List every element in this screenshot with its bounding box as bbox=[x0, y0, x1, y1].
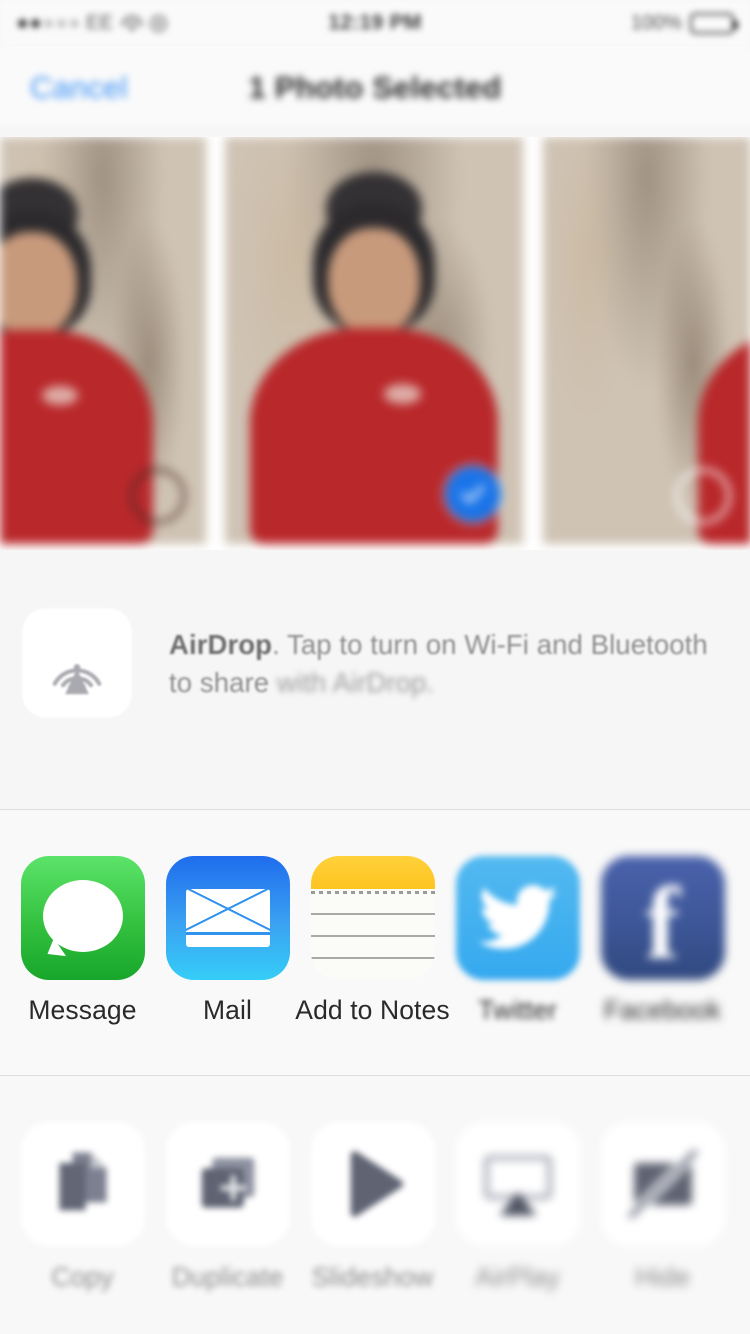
action-label: Slideshow bbox=[311, 1262, 434, 1292]
airplay-glyph-icon bbox=[483, 1155, 552, 1216]
photo-thumbnail-selected[interactable] bbox=[225, 137, 523, 544]
airdrop-section[interactable]: AirDrop. Tap to turn on Wi-Fi and Blueto… bbox=[0, 550, 750, 810]
action-duplicate[interactable]: Duplicate bbox=[155, 1122, 300, 1293]
messages-icon bbox=[20, 856, 145, 980]
twitter-icon bbox=[455, 856, 580, 980]
hide-glyph-icon bbox=[625, 1146, 700, 1222]
status-bar-right: 100% bbox=[630, 11, 738, 35]
airdrop-glyph-icon bbox=[52, 664, 102, 695]
action-copy[interactable]: Copy bbox=[10, 1122, 155, 1293]
photo-thumbnail-previous[interactable] bbox=[0, 137, 206, 544]
airdrop-message-line2: with AirDrop. bbox=[276, 667, 435, 698]
share-app-row[interactable]: Message Mail Add to Notes Twitter f Face… bbox=[0, 811, 750, 1026]
page-title: 1 Photo Selected bbox=[248, 69, 502, 105]
play-icon bbox=[310, 1122, 435, 1246]
share-app-twitter[interactable]: Twitter bbox=[445, 856, 590, 1026]
share-app-notes[interactable]: Add to Notes bbox=[295, 856, 450, 1026]
copy-icon bbox=[20, 1122, 145, 1246]
airdrop-row[interactable]: AirDrop. Tap to turn on Wi-Fi and Blueto… bbox=[0, 608, 750, 718]
action-label: Duplicate bbox=[171, 1262, 284, 1292]
share-app-mail[interactable]: Mail bbox=[155, 856, 300, 1026]
action-section[interactable]: Copy Duplicate Slideshow AirPlay Hide bbox=[0, 1077, 750, 1334]
share-app-facebook[interactable]: f Facebook bbox=[590, 856, 735, 1026]
airdrop-title: AirDrop bbox=[169, 629, 273, 660]
photo-thumbnail-next[interactable] bbox=[543, 137, 750, 544]
share-app-label: Facebook bbox=[603, 995, 722, 1025]
action-label: Copy bbox=[51, 1262, 114, 1292]
airdrop-message: AirDrop. Tap to turn on Wi-Fi and Blueto… bbox=[169, 626, 729, 702]
action-hide[interactable]: Hide bbox=[590, 1122, 735, 1293]
checkmark-icon bbox=[461, 485, 485, 503]
share-app-label: Message bbox=[28, 995, 137, 1025]
photo-unselected-badge[interactable] bbox=[130, 468, 186, 524]
facebook-icon: f bbox=[600, 856, 725, 980]
share-sheet-screen: EE 12:19 PM 100% Cancel 1 Photo Selected bbox=[0, 0, 750, 1334]
duplicate-icon bbox=[165, 1122, 290, 1246]
action-label: Hide bbox=[635, 1262, 690, 1292]
play-glyph-icon bbox=[350, 1151, 403, 1217]
airplay-icon bbox=[455, 1122, 580, 1246]
share-app-label: Add to Notes bbox=[295, 995, 450, 1025]
photo-preview-strip[interactable] bbox=[0, 137, 750, 550]
duplicate-glyph-icon bbox=[201, 1157, 254, 1208]
battery-full-icon bbox=[690, 12, 738, 34]
twitter-bird-icon bbox=[478, 885, 557, 949]
share-app-label: Twitter bbox=[478, 995, 557, 1025]
hide-icon bbox=[600, 1122, 725, 1246]
airdrop-icon[interactable] bbox=[22, 608, 132, 718]
action-label: AirPlay bbox=[475, 1262, 560, 1292]
navigation-bar: Cancel 1 Photo Selected bbox=[0, 46, 750, 130]
action-airplay[interactable]: AirPlay bbox=[445, 1122, 590, 1293]
share-app-label: Mail bbox=[203, 995, 252, 1025]
photo-unselected-badge[interactable] bbox=[675, 468, 731, 524]
action-slideshow[interactable]: Slideshow bbox=[300, 1122, 445, 1293]
share-app-section[interactable]: Message Mail Add to Notes Twitter f Face… bbox=[0, 811, 750, 1076]
action-row[interactable]: Copy Duplicate Slideshow AirPlay Hide bbox=[0, 1077, 750, 1293]
mail-icon bbox=[165, 856, 290, 980]
share-app-message[interactable]: Message bbox=[10, 856, 155, 1026]
battery-percent-label: 100% bbox=[630, 11, 682, 34]
status-bar: EE 12:19 PM 100% bbox=[0, 0, 750, 46]
notes-icon bbox=[310, 856, 435, 980]
copy-glyph-icon bbox=[58, 1152, 107, 1211]
photo-selected-checkmark-badge[interactable] bbox=[445, 466, 501, 522]
